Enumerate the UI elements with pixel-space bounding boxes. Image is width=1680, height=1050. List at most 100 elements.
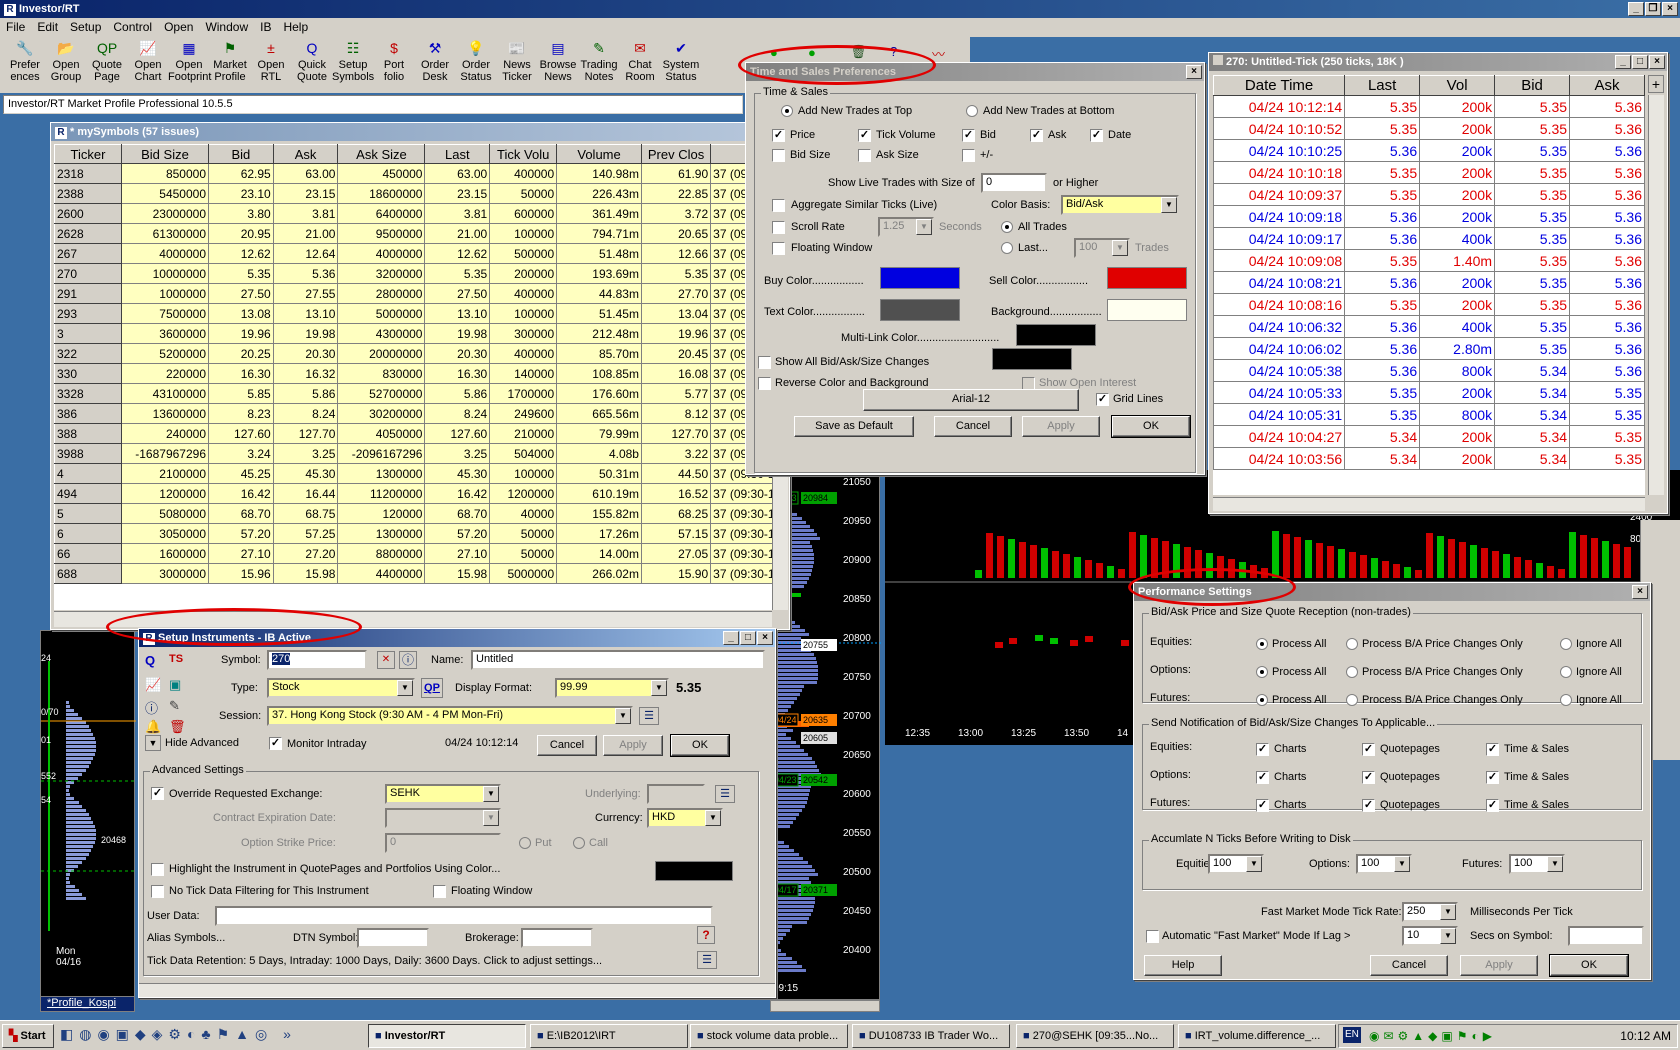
type-select[interactable]: Stock ▼ xyxy=(267,678,415,698)
column-header[interactable]: Date Time xyxy=(1213,75,1346,96)
floating-checkbox[interactable] xyxy=(433,885,446,898)
minimize-button[interactable]: _ xyxy=(1628,2,1644,16)
font-button[interactable]: Arial-12 xyxy=(863,389,1079,411)
ok-button[interactable]: OK xyxy=(1111,415,1191,438)
ok-button[interactable]: OK xyxy=(1549,954,1629,977)
hide-advanced-label[interactable]: Hide Advanced xyxy=(165,737,239,749)
chevron-down-icon[interactable]: ▼ xyxy=(1547,856,1563,872)
taskbar-item[interactable]: ■ Investor/RT xyxy=(368,1024,526,1048)
help-icon[interactable]: ? xyxy=(697,926,715,944)
taskbar-item[interactable]: ■ E:\IB2012\IRT xyxy=(530,1024,688,1048)
multi-link-swatch[interactable] xyxy=(1016,324,1096,346)
table-row[interactable]: 04/24 10:05:33 5.35 200k 5.34 5.35 xyxy=(1213,381,1645,404)
chevron-down-icon[interactable]: ▼ xyxy=(1394,856,1410,872)
charts-checkbox[interactable]: ✓ xyxy=(1256,743,1269,756)
time-sales-checkbox[interactable]: ✓ xyxy=(1486,771,1499,784)
col-5-checkbox[interactable] xyxy=(772,149,785,162)
dtn-input[interactable] xyxy=(357,928,429,948)
floating-window-checkbox[interactable] xyxy=(772,242,785,255)
expiry-select[interactable]: ▼ xyxy=(385,808,501,828)
toolbar-open-chart-button[interactable]: 📈 Open Chart xyxy=(127,39,169,83)
menu-item-setup[interactable]: Setup xyxy=(64,18,107,36)
quick-quote-icon[interactable]: Q xyxy=(145,653,155,668)
user-data-input[interactable] xyxy=(215,906,713,926)
column-header[interactable]: Prev Clos xyxy=(640,144,712,164)
put-radio[interactable] xyxy=(519,837,531,849)
call-radio[interactable] xyxy=(573,837,585,849)
quotepage-button[interactable]: QP xyxy=(421,678,443,698)
profile-kospi-tab[interactable]: *Profile_Kospi xyxy=(40,996,135,1012)
table-row[interactable]: 2628 61300000 20.95 21.00 9500000 21.00 100000… xyxy=(54,223,772,244)
toolbar-trading-notes-button[interactable]: ✎ Trading Notes xyxy=(578,39,620,83)
col-3-checkbox[interactable]: ✓ xyxy=(1030,129,1043,142)
tick-horizontal-scrollbar[interactable] xyxy=(1213,497,1645,511)
column-header[interactable]: Ask Size xyxy=(337,144,426,164)
scroll-rate-select[interactable]: 1.25 ▼ xyxy=(878,217,934,237)
fast-rate-select[interactable]: 250 ▼ xyxy=(1402,902,1458,922)
toolbar-open-rtl-button[interactable]: ± Open RTL xyxy=(250,39,292,83)
table-row[interactable]: 291 1000000 27.50 27.55 2800000 27.50 400000 44… xyxy=(54,283,772,304)
toolbar-port-folio-button[interactable]: $ Port folio xyxy=(373,39,415,83)
chevron-down-icon[interactable]: ▼ xyxy=(615,708,631,724)
column-header[interactable]: Bid xyxy=(208,144,274,164)
underlying-input[interactable] xyxy=(647,784,705,804)
minimize-button[interactable]: _ xyxy=(723,631,739,645)
column-header[interactable]: Last xyxy=(424,144,491,164)
show-live-input[interactable]: 0 xyxy=(981,173,1047,193)
maximize-button[interactable]: □ xyxy=(740,631,756,645)
currency-select[interactable]: HKD ▼ xyxy=(647,808,723,828)
cancel-button[interactable]: Cancel xyxy=(537,735,597,756)
toolbar-open-group-button[interactable]: 📂 Open Group xyxy=(45,39,87,83)
chevron-down-icon[interactable]: ▼ xyxy=(483,786,499,802)
table-row[interactable]: 2318 850000 62.95 63.00 450000 63.00 400000 140… xyxy=(54,163,772,184)
table-row[interactable]: 3328 43100000 5.85 5.86 52700000 5.86 1700000 1… xyxy=(54,383,772,404)
col-6-checkbox[interactable] xyxy=(858,149,871,162)
info-icon[interactable]: ⓘ xyxy=(399,651,417,669)
table-row[interactable]: 04/24 10:10:52 5.35 200k 5.35 5.36 xyxy=(1213,117,1645,140)
table-row[interactable]: 386 13600000 8.23 8.24 30200000 8.24 249600 665… xyxy=(54,403,772,424)
column-header[interactable]: Vol xyxy=(1419,75,1496,96)
chevron-down-icon[interactable]: ▼ xyxy=(651,680,667,696)
sell-color-swatch[interactable] xyxy=(1107,267,1187,289)
table-row[interactable]: 04/24 10:09:17 5.36 400k 5.35 5.36 xyxy=(1213,227,1645,250)
col-0-checkbox[interactable]: ✓ xyxy=(772,129,785,142)
retention-list-icon[interactable]: ☰ xyxy=(697,951,717,969)
toolbar-browse-news-button[interactable]: ▤ Browse News xyxy=(537,39,579,83)
menu-item-window[interactable]: Window xyxy=(199,18,254,36)
table-row[interactable]: 293 7500000 13.08 13.10 5000000 13.10 100000 51… xyxy=(54,303,772,324)
table-row[interactable]: 322 5200000 20.25 20.30 20000000 20.30 400000 8… xyxy=(54,343,772,364)
underlying-list-icon[interactable]: ☰ xyxy=(715,785,735,803)
toolbar-prefer-ences-button[interactable]: 🔧 Prefer ences xyxy=(4,39,46,83)
apply-button[interactable]: Apply xyxy=(603,735,663,756)
column-header[interactable]: Ask xyxy=(1569,75,1645,96)
grid-lines-checkbox[interactable]: ✓ xyxy=(1096,393,1109,406)
add-bottom-radio[interactable] xyxy=(966,105,978,117)
table-row[interactable]: 494 1200000 16.42 16.44 11200000 16.42 1200000… xyxy=(54,483,772,504)
chart-icon[interactable]: 📈 xyxy=(145,677,161,693)
menu-item-help[interactable]: Help xyxy=(277,18,314,36)
table-row[interactable]: 270 10000000 5.35 5.36 3200000 5.35 200000 193.… xyxy=(54,263,772,284)
table-row[interactable]: 330 220000 16.30 16.32 830000 16.30 140000 108.… xyxy=(54,363,772,384)
table-row[interactable]: 04/24 10:09:37 5.35 200k 5.35 5.36 xyxy=(1213,183,1645,206)
menu-item-control[interactable]: Control xyxy=(107,18,158,36)
table-row[interactable]: 04/24 10:06:32 5.36 400k 5.35 5.36 xyxy=(1213,315,1645,338)
quotepages-checkbox[interactable]: ✓ xyxy=(1362,799,1375,812)
table-row[interactable]: 04/24 10:05:38 5.36 800k 5.34 5.36 xyxy=(1213,359,1645,382)
toolbar-chat-room-button[interactable]: ✉ Chat Room xyxy=(619,39,661,83)
chevron-down-icon[interactable]: ▼ xyxy=(1440,928,1456,944)
chevron-down-icon[interactable]: ▼ xyxy=(705,810,721,826)
toolbar-open-footprint-button[interactable]: ▦ Open Footprint xyxy=(168,39,211,83)
process-ba-radio[interactable] xyxy=(1346,694,1358,706)
start-button[interactable]: ▚ Start xyxy=(2,1024,54,1048)
table-row[interactable]: 04/24 10:10:25 5.36 200k 5.35 5.36 xyxy=(1213,139,1645,162)
symbol-input[interactable]: 270 xyxy=(267,650,367,670)
column-header[interactable]: Last xyxy=(1344,75,1421,96)
process-ba-radio[interactable] xyxy=(1346,666,1358,678)
chevron-down-icon[interactable]: ▼ xyxy=(1112,240,1128,256)
column-header[interactable]: Tick Volu xyxy=(489,144,558,164)
time-sales-checkbox[interactable]: ✓ xyxy=(1486,743,1499,756)
last-select[interactable]: 100 ▼ xyxy=(1074,238,1130,258)
chevron-down-icon[interactable]: ▼ xyxy=(1246,856,1262,872)
cancel-button[interactable]: Cancel xyxy=(1370,955,1448,976)
process-all-radio[interactable] xyxy=(1256,666,1268,678)
